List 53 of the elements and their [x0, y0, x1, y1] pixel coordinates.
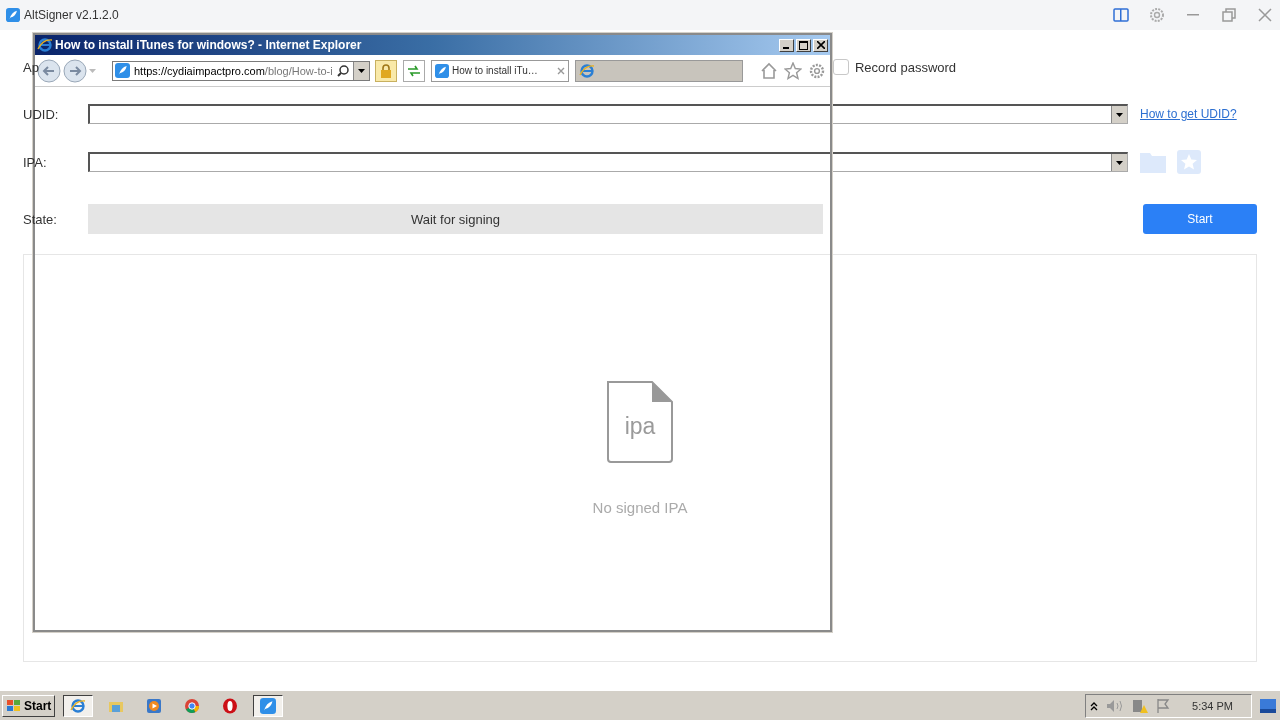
minimize-button[interactable] [779, 38, 794, 52]
search-icon[interactable] [337, 64, 349, 77]
browser-icon [37, 37, 53, 53]
speaker-icon[interactable] [1106, 698, 1125, 713]
media-player-icon [146, 697, 163, 714]
start-button[interactable]: Start [2, 694, 56, 717]
caret-icon[interactable] [1116, 160, 1123, 165]
site-icon [115, 63, 130, 78]
app-icon [260, 697, 277, 714]
star-icon[interactable] [784, 61, 802, 80]
home-icon[interactable] [760, 61, 778, 80]
browser-title: How to install iTunes for windows? - Internet Explorer [55, 38, 362, 52]
udid-help-link[interactable]: How to get UDID? [1140, 107, 1237, 121]
settings-icon[interactable] [808, 61, 826, 80]
flag-icon[interactable] [1156, 697, 1171, 714]
back-icon[interactable] [37, 58, 61, 83]
taskbar-button[interactable] [253, 694, 284, 717]
chevron-up-icon[interactable] [1090, 700, 1099, 711]
restore-icon[interactable] [1220, 6, 1238, 24]
browser-tab[interactable] [575, 59, 743, 82]
forward-icon[interactable] [63, 58, 87, 83]
file-type-label: ipa [623, 412, 657, 440]
site-icon [435, 63, 449, 78]
address-bar[interactable]: https://cydiaimpactpro.com/blog/How-to-i [112, 60, 370, 81]
ipa-dropdown[interactable] [88, 152, 1128, 172]
browser-icon [579, 62, 595, 79]
tab-label: How to install iTu… [452, 65, 538, 76]
windows-logo-icon [6, 698, 22, 713]
settings-icon[interactable] [1148, 6, 1166, 24]
window-title: AltSigner v2.1.2.0 [24, 8, 119, 22]
caret-icon[interactable] [1116, 112, 1123, 117]
file-icon [607, 380, 673, 463]
taskbar-button[interactable] [63, 694, 94, 717]
udid-dropdown[interactable] [88, 104, 1128, 124]
checkbox-label: Record password [854, 59, 957, 75]
browser-icon [70, 697, 87, 714]
refresh-arrows-icon[interactable] [407, 64, 421, 77]
clock: 5:34 PM [1192, 699, 1233, 712]
close-tab-icon[interactable] [557, 66, 565, 75]
address-dropdown-button[interactable] [353, 61, 369, 80]
status-bar: Wait for signing [88, 204, 823, 234]
start-button[interactable]: Start [1143, 204, 1257, 234]
chrome-icon [184, 697, 201, 714]
opera-icon [222, 697, 239, 714]
lock-icon[interactable] [380, 63, 392, 78]
app-logo-icon [6, 8, 20, 22]
url-text: https://cydiaimpactpro.com/blog/How-to-i [134, 64, 333, 77]
empty-message: No signed IPA [592, 498, 688, 516]
browser-tab[interactable]: How to install iTu… [431, 59, 569, 82]
network-warning-icon[interactable] [1132, 697, 1149, 714]
show-desktop-icon[interactable] [1260, 698, 1276, 713]
caret-icon[interactable] [358, 68, 365, 73]
panel-icon[interactable] [1112, 6, 1130, 24]
